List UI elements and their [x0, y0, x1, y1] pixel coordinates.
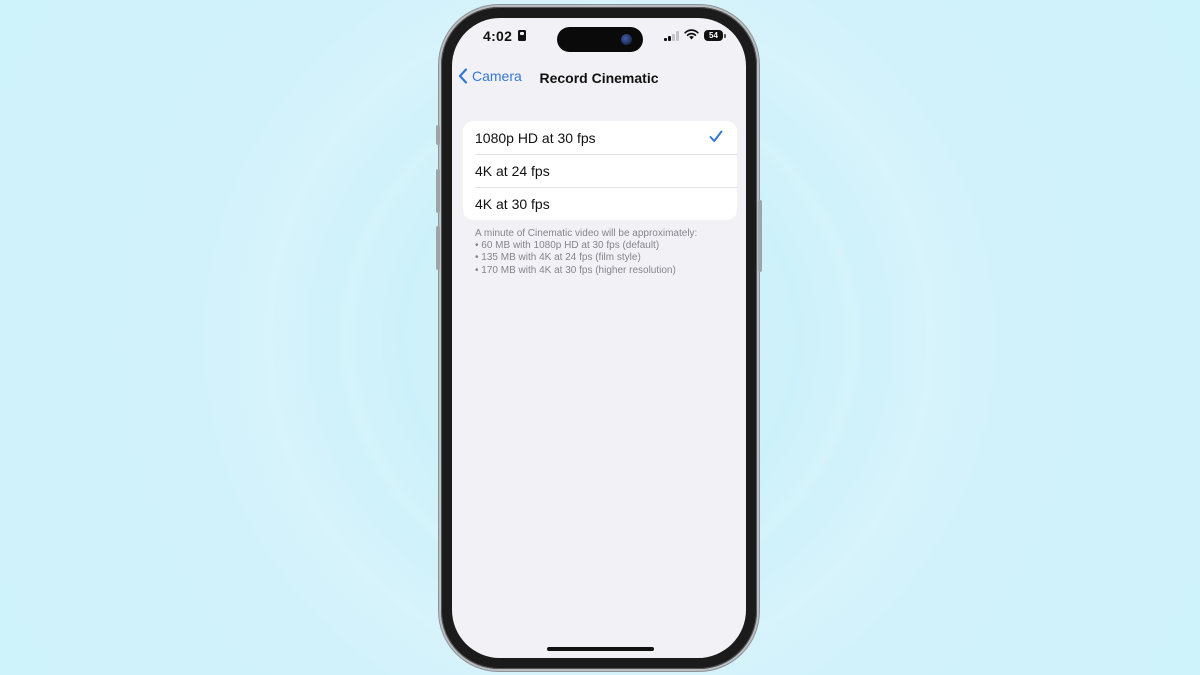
option-label: 1080p HD at 30 fps: [475, 129, 596, 146]
footnote-line: • 135 MB with 4K at 24 fps (film style): [475, 252, 641, 264]
wifi-icon: [684, 29, 699, 40]
action-button: [436, 125, 440, 145]
checkmark-icon: [709, 130, 723, 142]
footnote-line: • 60 MB with 1080p HD at 30 fps (default…: [475, 240, 660, 252]
home-indicator[interactable]: [547, 647, 654, 651]
battery-icon: 54: [704, 30, 726, 41]
option-label: 4K at 24 fps: [475, 162, 550, 179]
footnote-intro: A minute of Cinematic video will be appr…: [475, 228, 698, 239]
option-4k-30fps[interactable]: 4K at 30 fps: [463, 187, 737, 220]
status-bar: 4:02 54: [452, 18, 746, 58]
screen: 4:02 54 Camera Record Cinematic 1080p HD…: [452, 18, 746, 658]
file-size-footnote: A minute of Cinematic video will be appr…: [475, 228, 697, 277]
option-1080p-30fps[interactable]: 1080p HD at 30 fps: [463, 121, 737, 154]
status-time: 4:02: [483, 28, 513, 44]
front-camera-icon: [621, 34, 632, 45]
navigation-bar: Camera Record Cinematic: [452, 62, 746, 92]
dynamic-island: [557, 27, 643, 52]
volume-up-button: [436, 169, 440, 213]
option-label: 4K at 30 fps: [475, 195, 550, 212]
phone-frame: 4:02 54 Camera Record Cinematic 1080p HD…: [436, 7, 762, 669]
page-title: Record Cinematic: [539, 70, 659, 86]
signal-icon: [664, 31, 680, 41]
resolution-options-list: 1080p HD at 30 fps 4K at 24 fps 4K at 30…: [463, 121, 737, 220]
volume-down-button: [436, 226, 440, 270]
sim-card-icon: [518, 30, 526, 41]
option-4k-24fps[interactable]: 4K at 24 fps: [463, 154, 737, 187]
footnote-line: • 170 MB with 4K at 30 fps (higher resol…: [475, 264, 676, 276]
power-button: [758, 200, 762, 272]
